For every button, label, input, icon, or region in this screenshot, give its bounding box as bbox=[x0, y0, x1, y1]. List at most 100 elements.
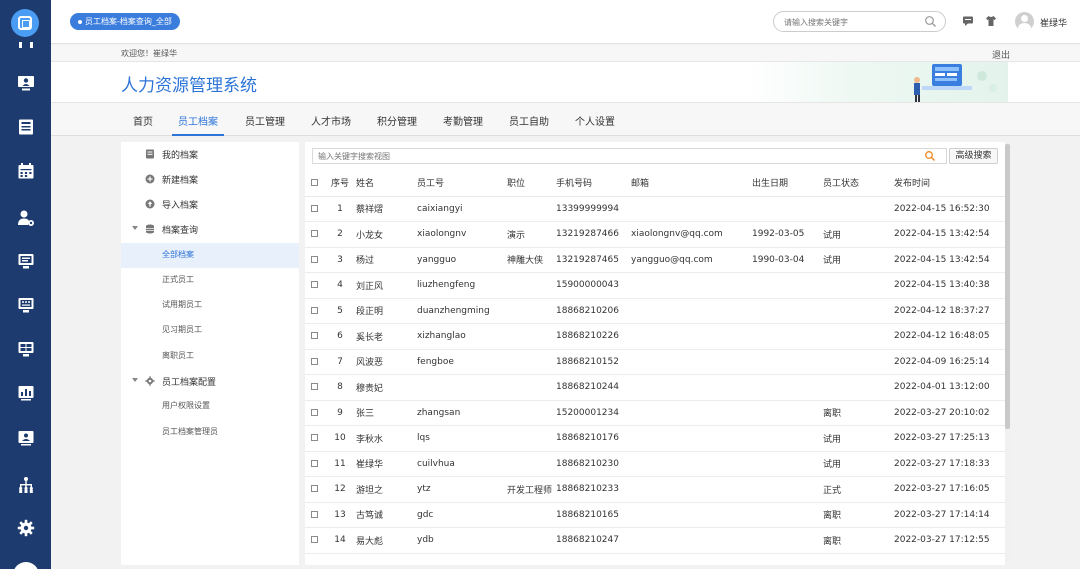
column-header[interactable]: 邮箱 bbox=[627, 170, 748, 197]
table-row[interactable]: 6 奚长老 xizhanglao 18868210226 2022-04-12 16:4… bbox=[305, 324, 1005, 350]
sidebar-label: 员工档案管理员 bbox=[162, 427, 218, 436]
table-cell: 试用 bbox=[823, 230, 842, 241]
row-checkbox[interactable] bbox=[305, 375, 328, 401]
table-row[interactable]: 13 古笃诚 gdc 18868210165 离职 2022-03-27 17:14:14 bbox=[305, 502, 1005, 528]
table-cell: 6 bbox=[337, 331, 343, 342]
skin-icon[interactable] bbox=[985, 15, 997, 27]
table-cell bbox=[493, 502, 552, 528]
sidebar-item-resigned-staff[interactable]: 离职员工 bbox=[121, 344, 299, 369]
row-checkbox[interactable] bbox=[305, 451, 328, 477]
global-search bbox=[773, 11, 946, 32]
search-icon[interactable] bbox=[924, 150, 936, 162]
breadcrumb-tab[interactable]: 员工档案-档案查询_全部 bbox=[70, 13, 180, 30]
app-logo-icon[interactable] bbox=[11, 9, 39, 37]
presentation-icon[interactable] bbox=[17, 296, 35, 314]
row-checkbox[interactable] bbox=[305, 324, 328, 350]
chevron-down-icon[interactable] bbox=[132, 378, 138, 382]
sidebar-item-all-archives[interactable]: 全部档案 bbox=[121, 243, 299, 268]
row-checkbox[interactable] bbox=[305, 349, 328, 375]
id-card-icon[interactable] bbox=[17, 429, 35, 447]
sidebar-item-my-archive[interactable]: 我的档案 bbox=[121, 142, 299, 167]
nav-employee-management[interactable]: 员工管理 bbox=[245, 113, 285, 128]
sidebar-item-trainee-staff[interactable]: 见习期员工 bbox=[121, 318, 299, 343]
logout-link[interactable]: 退出 bbox=[992, 48, 1010, 61]
monitor-icon[interactable] bbox=[17, 252, 35, 270]
nav-self-service[interactable]: 员工自助 bbox=[509, 113, 549, 128]
row-checkbox[interactable] bbox=[305, 273, 328, 299]
table-scrollbar[interactable] bbox=[1005, 142, 1010, 565]
nav-talent-market[interactable]: 人才市场 bbox=[311, 113, 351, 128]
table-row[interactable]: 9 张三 zhangsan 15200001234 离职 2022-03-27 20:10… bbox=[305, 400, 1005, 426]
grid-monitor-icon[interactable] bbox=[17, 340, 35, 358]
nav-points-management[interactable]: 积分管理 bbox=[377, 113, 417, 128]
screen-user-icon[interactable] bbox=[17, 74, 35, 92]
table-cell: 小龙女 bbox=[356, 230, 384, 241]
column-header[interactable]: 出生日期 bbox=[748, 170, 819, 197]
gear-icon[interactable] bbox=[17, 519, 35, 537]
table-cell bbox=[819, 349, 890, 375]
user-settings-icon[interactable] bbox=[17, 209, 35, 227]
row-checkbox[interactable] bbox=[305, 247, 328, 273]
nav-personal-settings[interactable]: 个人设置 bbox=[575, 113, 615, 128]
table-row[interactable]: 10 李秋水 lqs 18868210176 试用 2022-03-27 17:25:13 bbox=[305, 426, 1005, 452]
row-checkbox[interactable] bbox=[305, 477, 328, 503]
select-all-checkbox[interactable] bbox=[305, 170, 328, 197]
column-header[interactable]: 姓名 bbox=[356, 170, 404, 197]
column-header[interactable]: 员工号 bbox=[404, 170, 493, 197]
table-row[interactable]: 5 段正明 duanzhengming 18868210206 2022-04-12 1… bbox=[305, 298, 1005, 324]
table-row[interactable]: 2 小龙女 xiaolongnv 演示 13219287466 xiaolongnv@qq… bbox=[305, 222, 1005, 248]
sidebar-group-query[interactable]: 档案查询 bbox=[121, 217, 299, 242]
table-row[interactable]: 3 杨过 yangguo 神雕大侠 13219287465 yangguo@qq.com 1… bbox=[305, 247, 1005, 273]
table-row[interactable]: 12 游坦之 ytz 开发工程师 18868210233 正式 2022-03-27 17:… bbox=[305, 477, 1005, 503]
column-header[interactable]: 序号 bbox=[328, 170, 356, 197]
row-checkbox[interactable] bbox=[305, 400, 328, 426]
chevron-down-icon[interactable] bbox=[132, 226, 138, 230]
row-checkbox[interactable] bbox=[305, 426, 328, 452]
message-icon[interactable] bbox=[962, 15, 974, 27]
sidebar-item-permission-settings[interactable]: 用户权限设置 bbox=[121, 394, 299, 419]
table-row[interactable]: 14 易大彪 ydb 18868210247 离职 2022-03-27 17:12:55 bbox=[305, 528, 1005, 554]
org-chart-icon[interactable] bbox=[17, 476, 35, 494]
nav-attendance[interactable]: 考勤管理 bbox=[443, 113, 483, 128]
rail-bottom-avatar[interactable] bbox=[13, 562, 39, 569]
table-cell: 7 bbox=[337, 356, 343, 367]
search-input[interactable] bbox=[784, 15, 914, 29]
table-row[interactable]: 4 刘正风 liuzhengfeng 15900000043 2022-04-15 13… bbox=[305, 273, 1005, 299]
advanced-search-button[interactable]: 高级搜索 bbox=[949, 148, 998, 164]
row-checkbox[interactable] bbox=[305, 298, 328, 324]
row-checkbox[interactable] bbox=[305, 196, 328, 222]
row-checkbox[interactable] bbox=[305, 222, 328, 248]
sidebar-item-archive-admins[interactable]: 员工档案管理员 bbox=[121, 420, 299, 445]
scrollbar-thumb[interactable] bbox=[1005, 144, 1010, 429]
table-cell: 开发工程师 bbox=[507, 485, 552, 496]
sidebar-item-import-archive[interactable]: 导入档案 bbox=[121, 192, 299, 217]
sidebar-group-config[interactable]: 员工档案配置 bbox=[121, 369, 299, 394]
table-row[interactable]: 1 蔡祥熠 caixiangyi 13399999994 2022-04-15 16:5… bbox=[305, 196, 1005, 222]
sidebar-item-regular-staff[interactable]: 正式员工 bbox=[121, 268, 299, 293]
column-header[interactable]: 员工状态 bbox=[819, 170, 890, 197]
table-row[interactable]: 11 崔绿华 cuilvhua 18868210230 试用 2022-03-27 17:… bbox=[305, 451, 1005, 477]
table-cell: 离职 bbox=[823, 409, 842, 420]
rail-collapse-icon[interactable] bbox=[19, 42, 33, 48]
nav-home[interactable]: 首页 bbox=[133, 113, 153, 128]
column-header[interactable]: 发布时间 bbox=[890, 170, 1005, 197]
row-checkbox[interactable] bbox=[305, 528, 328, 554]
nav-employee-archive[interactable]: 员工档案 bbox=[178, 113, 218, 128]
sidebar-item-probation-staff[interactable]: 试用期员工 bbox=[121, 293, 299, 318]
user-avatar[interactable] bbox=[1015, 12, 1034, 31]
column-header[interactable]: 职位 bbox=[493, 170, 552, 197]
calendar-icon[interactable] bbox=[17, 162, 35, 180]
table-search-input[interactable] bbox=[318, 150, 878, 162]
bar-chart-icon[interactable] bbox=[17, 384, 35, 402]
column-header[interactable]: 手机号码 bbox=[552, 170, 627, 197]
table-cell: 李秋水 bbox=[356, 434, 384, 445]
sidebar-label: 我的档案 bbox=[162, 151, 199, 161]
search-icon[interactable] bbox=[924, 15, 937, 28]
table-row[interactable]: 7 风波恶 fengboe 18868210152 2022-04-09 16:25:1… bbox=[305, 349, 1005, 375]
table-cell: 穆贵妃 bbox=[356, 383, 384, 394]
document-list-icon[interactable] bbox=[17, 118, 35, 136]
table-row[interactable]: 8 穆贵妃 18868210244 2022-04-01 13:12:00 bbox=[305, 375, 1005, 401]
row-checkbox[interactable] bbox=[305, 502, 328, 528]
sidebar-item-new-archive[interactable]: 新建档案 bbox=[121, 167, 299, 192]
user-name[interactable]: 崔绿华 bbox=[1040, 16, 1067, 29]
